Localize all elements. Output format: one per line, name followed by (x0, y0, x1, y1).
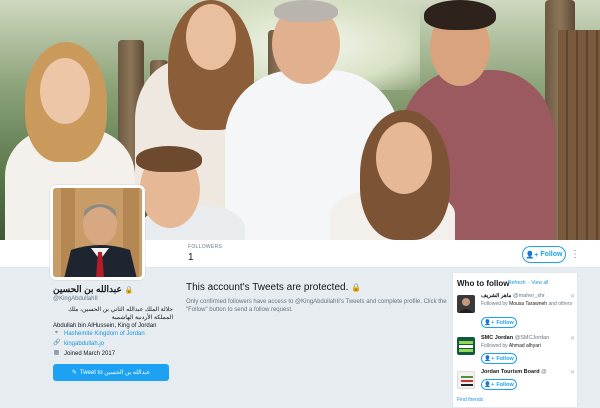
profile-location: ⌖ Hashemite Kingdom of Jordan (53, 330, 173, 337)
add-user-icon: 👤+ (484, 381, 495, 388)
suggestion-follow-button[interactable]: 👤+ Follow (481, 317, 517, 328)
compose-icon: ✎ (71, 370, 77, 376)
who-to-follow-title: Who to follow (457, 279, 510, 288)
calendar-icon: ▦ (53, 350, 60, 356)
view-all-link[interactable]: View all (531, 280, 548, 286)
bio-arabic: جلالة الملك عبدالله الثاني بن الحسين، مل… (68, 307, 173, 321)
avatar-portrait (53, 188, 142, 277)
suggestion-name[interactable]: ماهر الشريف (481, 293, 511, 299)
suggestion-handle: @maher_shr (513, 293, 545, 299)
lock-icon: 🔒 (351, 283, 362, 292)
profile-joined: ▦ Joined March 2017 (53, 350, 173, 357)
refresh-link[interactable]: Refresh (508, 280, 526, 286)
location-link[interactable]: Hashemite Kingdom of Jordan (64, 331, 145, 337)
follow-button[interactable]: 👤+ Follow (522, 246, 566, 263)
protected-title-text: This account's Tweets are protected. (186, 282, 349, 293)
followers-count[interactable]: 1 (188, 252, 194, 263)
suggestion-name-line: ماهر الشريف @maher_shr (481, 293, 573, 299)
suggestion-follow-button[interactable]: 👤+ Follow (481, 353, 517, 364)
suggestion-avatar[interactable] (457, 371, 475, 389)
tweet-to-label: Tweet to عبدالله بن الحسين (79, 370, 151, 376)
protected-text: Only confirmed followers have access to … (186, 299, 447, 313)
suggestion-handle: @ (541, 369, 547, 375)
suggestion-item[interactable]: SMC Jordan @SMCJordan Followed by Ahmad … (457, 335, 575, 367)
suggestion-name[interactable]: SMC Jordan (481, 335, 513, 341)
lock-icon: 🔒 (124, 286, 134, 294)
who-to-follow-panel: Who to follow Refresh · View all ماهر ال… (452, 272, 578, 408)
website-link[interactable]: kingabdullah.jo (64, 341, 104, 347)
link-icon: 🔗 (53, 340, 61, 346)
suggestion-follow-button[interactable]: 👤+ Follow (481, 379, 517, 390)
followers-label[interactable]: FOLLOWERS (188, 244, 222, 250)
suggestion-avatar[interactable] (457, 295, 475, 313)
profile-website: 🔗 kingabdullah.jo (53, 340, 173, 347)
suggestion-name-line: SMC Jordan @SMCJordan (481, 335, 573, 341)
suggestion-item[interactable]: ماهر الشريف @maher_shr Followed by Mousa… (457, 293, 575, 328)
add-user-icon: 👤+ (484, 355, 495, 362)
suggestion-avatar[interactable] (457, 337, 475, 355)
suggestion-name-line: Jordan Tourism Board @ (481, 369, 573, 375)
protected-title: This account's Tweets are protected. 🔒 (186, 282, 361, 293)
who-to-follow-links: Refresh · View all (508, 280, 548, 286)
profile-bio: جلالة الملك عبدالله الثاني بن الحسين، مل… (53, 306, 173, 330)
follow-button-label: Follow (540, 251, 563, 258)
profile-handle[interactable]: @KingAbdullahII (53, 296, 98, 302)
close-icon[interactable]: ✕ (570, 293, 575, 300)
close-icon[interactable]: ✕ (570, 335, 575, 342)
tweet-to-button[interactable]: ✎ Tweet to عبدالله بن الحسين (53, 364, 169, 381)
profile-name: عبدالله بن الحسين 🔒 (53, 284, 173, 295)
avatar[interactable] (50, 185, 145, 280)
suggestion-followed-by: Followed by Mousa Tarawneh and others (481, 301, 573, 307)
suggestion-followed-by: Followed by Ahmad alhyari (481, 343, 541, 349)
suggestion-handle: @SMCJordan (514, 335, 550, 341)
suggestion-name[interactable]: Jordan Tourism Board (481, 369, 540, 375)
profile-name-text: عبدالله بن الحسين (53, 284, 122, 294)
close-icon[interactable]: ✕ (570, 369, 575, 376)
joined-date: Joined March 2017 (64, 350, 116, 357)
add-user-icon: 👤+ (484, 319, 495, 326)
fence (558, 30, 600, 240)
more-vertical-icon[interactable]: ⋮ (570, 246, 580, 263)
add-user-icon: 👤+ (525, 251, 539, 259)
bio-english: Abdullah bin AlHussein, King of Jordan (53, 323, 157, 329)
separator: · (527, 280, 530, 286)
location-pin-icon: ⌖ (54, 330, 59, 336)
find-people-link[interactable]: Find friends (457, 397, 483, 403)
